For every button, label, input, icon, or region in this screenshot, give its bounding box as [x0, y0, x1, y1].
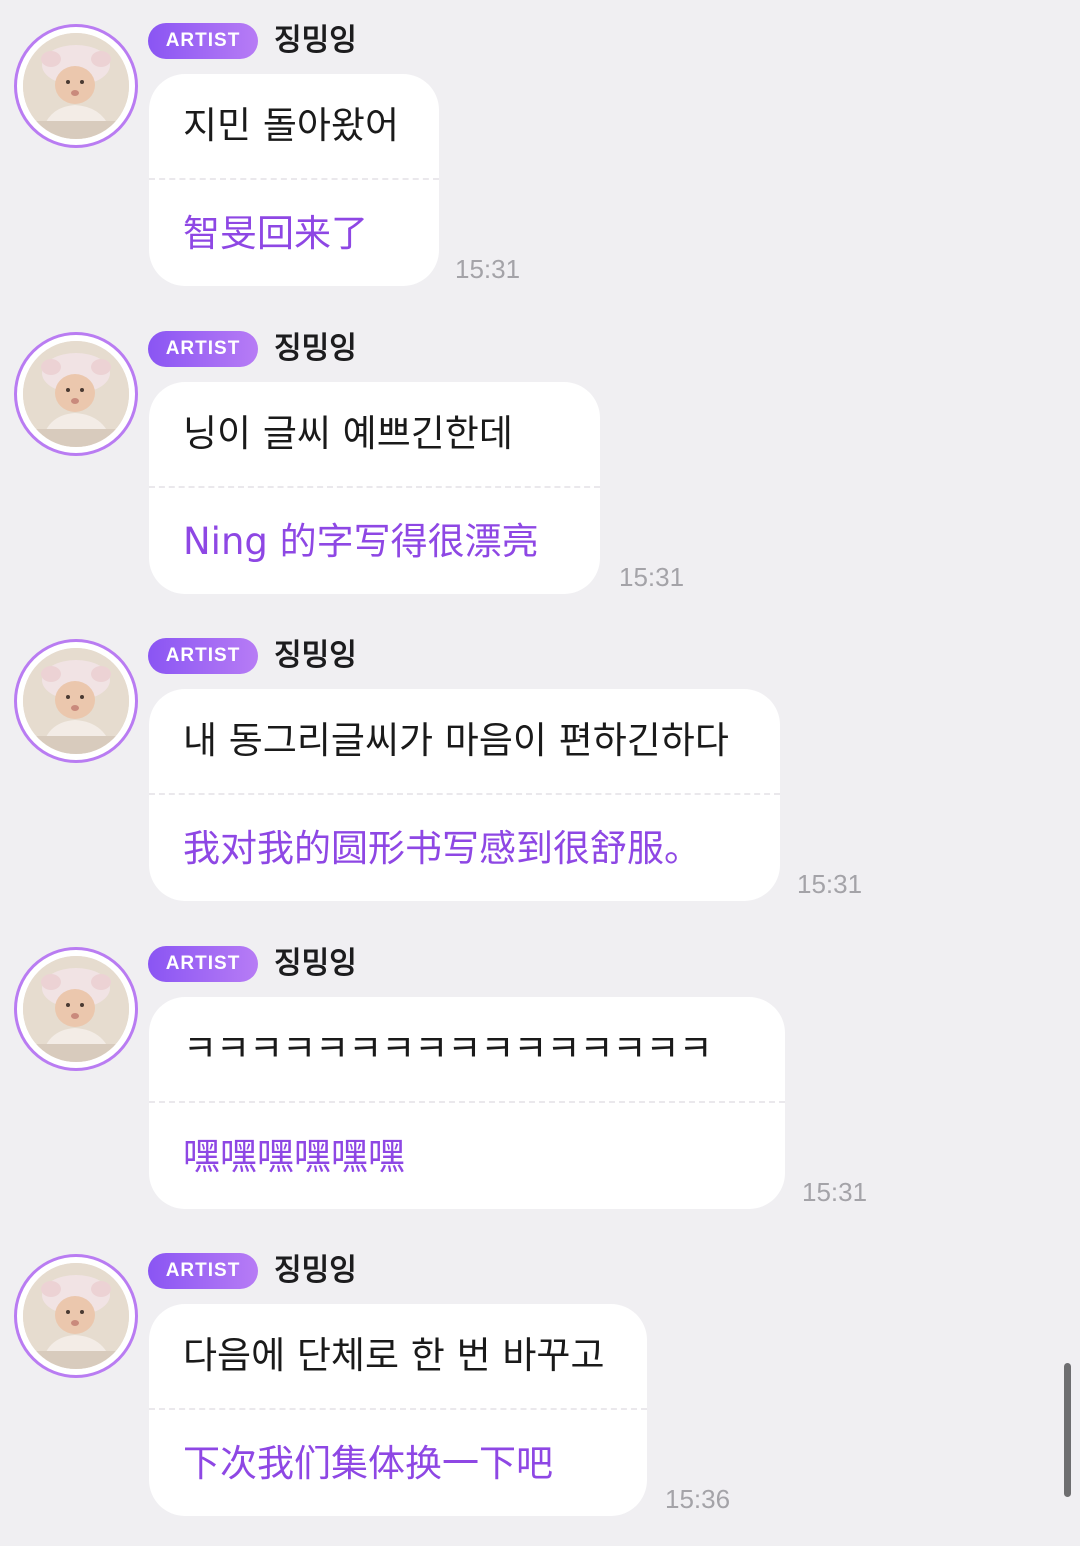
avatar[interactable] — [14, 1254, 138, 1378]
avatar[interactable] — [14, 332, 138, 456]
baby-photo-icon — [23, 1263, 129, 1369]
message-bubble[interactable]: ㅋㅋㅋㅋㅋㅋㅋㅋㅋㅋㅋㅋㅋㅋㅋㅋ 嘿嘿嘿嘿嘿嘿 — [149, 997, 785, 1209]
baby-photo-icon — [23, 341, 129, 447]
translation-divider — [149, 1101, 785, 1103]
message-timestamp: 15:31 — [619, 562, 685, 592]
message-translation: 智旻回来了 — [183, 212, 368, 255]
message-text: ㅋㅋㅋㅋㅋㅋㅋㅋㅋㅋㅋㅋㅋㅋㅋㅋ — [183, 1027, 713, 1070]
message-translation: 我对我的圆形书写感到很舒服。 — [183, 827, 701, 870]
message-text: 지민 돌아왔어 — [183, 104, 400, 147]
message-translation: 下次我们集体换一下吧 — [183, 1442, 553, 1485]
sender-name[interactable]: 징밍잉 — [274, 1248, 357, 1294]
avatar[interactable] — [14, 24, 138, 148]
message-text: 내 동그리글씨가 마음이 편하긴하다 — [183, 719, 729, 762]
artist-badge: ARTIST — [148, 946, 258, 982]
avatar[interactable] — [14, 639, 138, 763]
message-timestamp: 15:31 — [797, 869, 863, 899]
avatar[interactable] — [14, 947, 138, 1071]
message-timestamp: 15:31 — [455, 254, 521, 284]
message-text: 닝이 글씨 예쁘긴한데 — [183, 412, 513, 455]
chat-message: ARTIST 징밍잉 지민 돌아왔어 智旻回来了 15:31 — [0, 0, 1080, 290]
translation-divider — [149, 486, 600, 488]
sender-name[interactable]: 징밍잉 — [274, 941, 357, 987]
message-timestamp: 15:31 — [802, 1177, 868, 1207]
translation-divider — [149, 1408, 647, 1410]
message-bubble[interactable]: 지민 돌아왔어 智旻回来了 — [149, 74, 439, 286]
translation-divider — [149, 793, 780, 795]
message-timestamp: 15:36 — [665, 1484, 731, 1514]
baby-photo-icon — [23, 956, 129, 1062]
chat-message: ARTIST 징밍잉 ㅋㅋㅋㅋㅋㅋㅋㅋㅋㅋㅋㅋㅋㅋㅋㅋ 嘿嘿嘿嘿嘿嘿 15:31 — [0, 923, 1080, 1213]
chat-message: ARTIST 징밍잉 내 동그리글씨가 마음이 편하긴하다 我对我的圆形书写感到… — [0, 615, 1080, 905]
sender-name[interactable]: 징밍잉 — [274, 326, 357, 372]
artist-badge: ARTIST — [148, 23, 258, 59]
chat-message: ARTIST 징밍잉 닝이 글씨 예쁘긴한데 Ning 的字写得很漂亮 15:3… — [0, 308, 1080, 598]
message-translation: Ning 的字写得很漂亮 — [183, 520, 539, 563]
artist-badge: ARTIST — [148, 638, 258, 674]
chat-message: ARTIST 징밍잉 다음에 단체로 한 번 바꾸고 下次我们集体换一下吧 15… — [0, 1230, 1080, 1520]
message-text: 다음에 단체로 한 번 바꾸고 — [183, 1334, 605, 1377]
message-bubble[interactable]: 내 동그리글씨가 마음이 편하긴하다 我对我的圆形书写感到很舒服。 — [149, 689, 780, 901]
message-bubble[interactable]: 닝이 글씨 예쁘긴한데 Ning 的字写得很漂亮 — [149, 382, 600, 594]
translation-divider — [149, 178, 439, 180]
sender-name[interactable]: 징밍잉 — [274, 633, 357, 679]
artist-badge: ARTIST — [148, 331, 258, 367]
artist-badge: ARTIST — [148, 1253, 258, 1289]
baby-photo-icon — [23, 33, 129, 139]
message-translation: 嘿嘿嘿嘿嘿嘿 — [183, 1135, 405, 1178]
baby-photo-icon — [23, 648, 129, 754]
sender-name[interactable]: 징밍잉 — [274, 18, 357, 64]
scrollbar[interactable] — [1064, 1363, 1071, 1497]
message-bubble[interactable]: 다음에 단체로 한 번 바꾸고 下次我们集体换一下吧 — [149, 1304, 647, 1516]
